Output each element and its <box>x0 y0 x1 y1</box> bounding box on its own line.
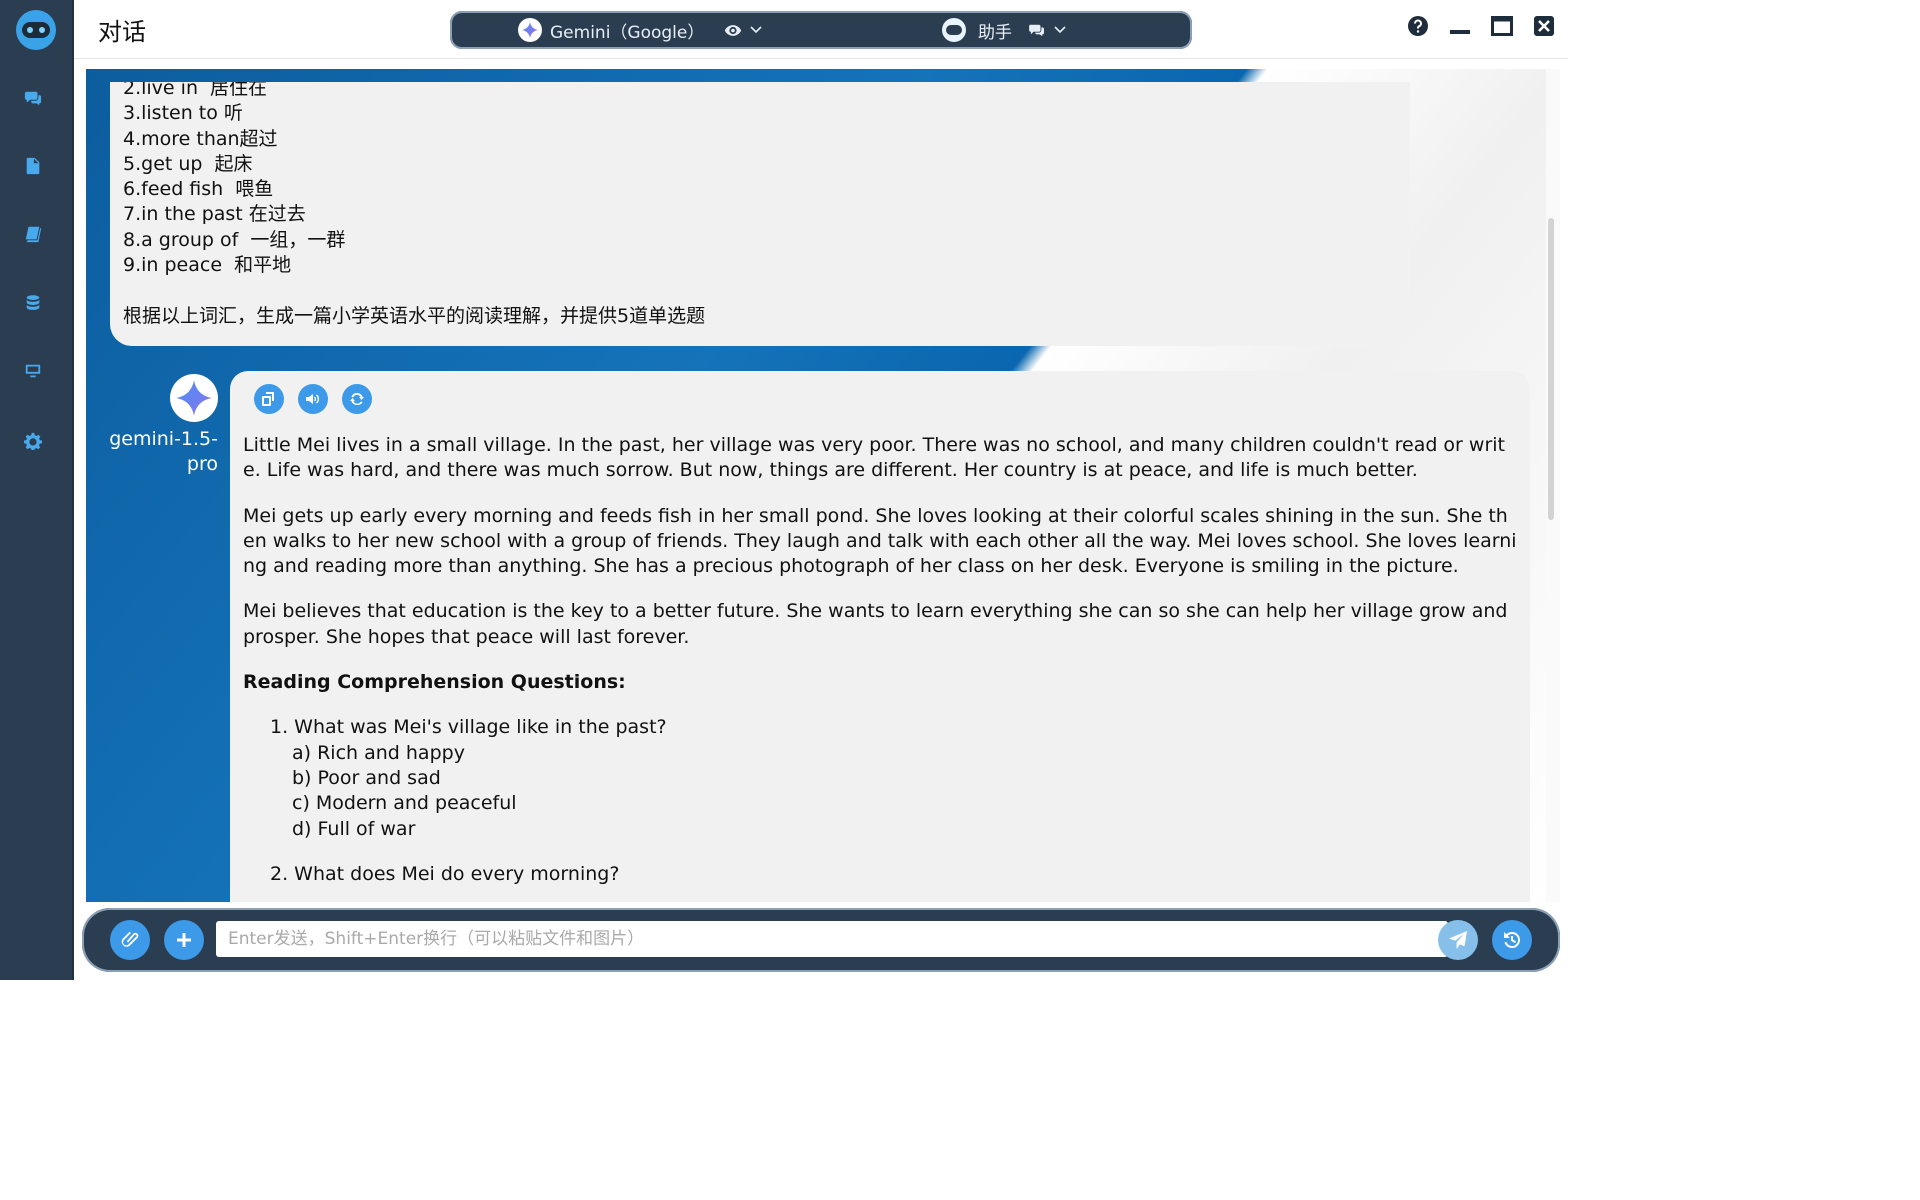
question-item: 2. What does Mei do every morning? <box>243 862 1519 887</box>
chat-icon[interactable] <box>22 87 44 109</box>
document-icon[interactable] <box>22 155 44 177</box>
add-icon[interactable] <box>164 920 204 960</box>
speaker-icon[interactable] <box>298 384 328 414</box>
page-title: 对话 <box>98 18 146 46</box>
paragraph: Mei believes that education is the key t… <box>243 600 1508 648</box>
model-label: Gemini（Google） <box>550 22 705 43</box>
assistant-label: 助手 <box>978 22 1012 43</box>
minimize-icon[interactable] <box>1448 14 1472 38</box>
questions-heading: Reading Comprehension Questions: <box>243 671 626 694</box>
chat-area[interactable]: 2.live in 居住在 3.listen to 听 4.more than超… <box>86 69 1546 902</box>
monitor-icon[interactable] <box>22 360 44 382</box>
user-message-bubble: 2.live in 居住在 3.listen to 听 4.more than超… <box>110 82 1410 346</box>
model-selector-bar: Gemini（Google） 助手 <box>450 11 1192 49</box>
close-icon[interactable] <box>1532 14 1556 38</box>
assistant-message-text: Little Mei lives in a small village. In … <box>243 433 1519 902</box>
sidebar <box>0 0 74 980</box>
maximize-icon[interactable] <box>1490 14 1514 38</box>
assistant-icon <box>942 18 966 42</box>
regenerate-icon[interactable] <box>342 384 372 414</box>
question-option: b) Poor and sad <box>292 766 441 789</box>
question-option: a) Rich and happy <box>292 741 465 764</box>
eye-icon <box>724 24 742 37</box>
history-icon[interactable] <box>1492 920 1532 960</box>
assistant-selector[interactable]: 助手 <box>942 11 1066 49</box>
database-icon[interactable] <box>22 292 44 314</box>
message-input[interactable] <box>216 921 1448 957</box>
question-option: d) Full of war <box>292 817 416 840</box>
settings-icon[interactable] <box>22 430 44 452</box>
header: 对话 Gemini（Google） 助手 <box>74 0 1568 59</box>
help-icon[interactable] <box>1406 14 1430 38</box>
book-icon[interactable] <box>22 223 44 245</box>
paragraph: Mei gets up early every morning and feed… <box>243 504 1517 578</box>
app-logo <box>16 10 56 50</box>
gemini-avatar <box>170 374 218 422</box>
scrollbar-thumb[interactable] <box>1548 218 1554 520</box>
gemini-icon <box>518 18 542 42</box>
input-bar <box>82 908 1560 972</box>
model-selector[interactable]: Gemini（Google） <box>518 11 762 49</box>
question-item: 1. What was Mei's village like in the pa… <box>243 715 1519 841</box>
user-message-text: 2.live in 居住在 3.listen to 听 4.more than超… <box>123 82 706 327</box>
paragraph: Little Mei lives in a small village. In … <box>243 434 1505 482</box>
send-icon[interactable] <box>1438 920 1478 960</box>
assistant-message-bubble: Little Mei lives in a small village. In … <box>230 371 1530 902</box>
chevron-down-icon <box>1054 26 1066 34</box>
chevron-down-icon <box>750 26 762 34</box>
attach-icon[interactable] <box>110 920 150 960</box>
copy-icon[interactable] <box>254 384 284 414</box>
chat-bubble-icon <box>1028 23 1046 37</box>
question-text: 1. What was Mei's village like in the pa… <box>270 716 667 739</box>
bot-model-name: gemini-1.5-pro <box>109 428 218 475</box>
question-option: c) Modern and peaceful <box>292 792 517 815</box>
question-text: 2. What does Mei do every morning? <box>270 862 620 885</box>
